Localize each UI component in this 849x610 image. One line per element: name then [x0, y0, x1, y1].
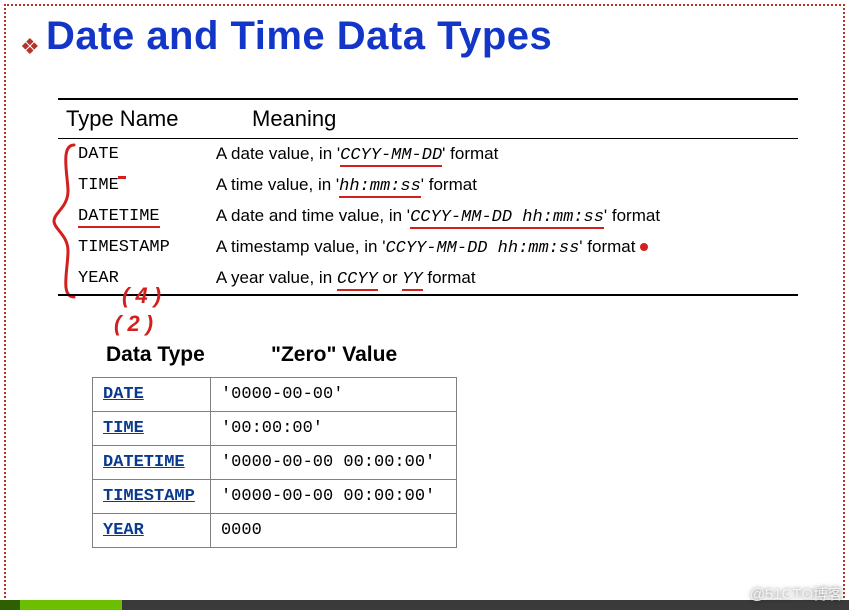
zero-value: '0000-00-00 00:00:00' — [210, 446, 456, 480]
page-title: Date and Time Data Types — [46, 14, 552, 59]
table-row: TIMESTAMP '0000-00-00 00:00:00' — [93, 480, 457, 514]
table-row: TIME '00:00:00' — [93, 412, 457, 446]
zero-header-type: Data Type — [106, 343, 231, 367]
annotation-year-2: ( 2 ) — [114, 311, 153, 337]
zero-value: 0000 — [210, 514, 456, 548]
def-row: TIMESTAMP A timestamp value, in 'CCYY-MM… — [58, 232, 798, 263]
red-dot-annotation — [640, 243, 648, 251]
table-row: DATE '0000-00-00' — [93, 378, 457, 412]
zero-type[interactable]: YEAR — [93, 514, 211, 548]
table-row: DATETIME '0000-00-00 00:00:00' — [93, 446, 457, 480]
zero-value: '00:00:00' — [210, 412, 456, 446]
type-meaning: A date value, in 'CCYY-MM-DD' format — [210, 139, 798, 170]
progress-bar — [0, 600, 849, 610]
type-name: TIME — [58, 170, 210, 201]
zero-value-table: DATE '0000-00-00' TIME '00:00:00' DATETI… — [92, 377, 457, 548]
bullet-icon: ❖ — [20, 36, 40, 58]
col-header-type: Type Name — [58, 100, 244, 138]
type-name: DATE — [58, 139, 210, 170]
type-meaning-table: Type Name Meaning DATE A date value, in … — [58, 98, 798, 296]
progress-fill-dark — [0, 600, 20, 610]
col-header-meaning: Meaning — [244, 100, 798, 138]
def-row: TIME A time value, in 'hh:mm:ss' format — [58, 170, 798, 201]
watermark: @51CTO博客 — [750, 583, 843, 604]
zero-type[interactable]: DATE — [93, 378, 211, 412]
type-meaning: A timestamp value, in 'CCYY-MM-DD hh:mm:… — [210, 232, 798, 263]
type-name: YEAR — [58, 263, 210, 294]
zero-type[interactable]: TIME — [93, 412, 211, 446]
def-row: DATE A date value, in 'CCYY-MM-DD' forma… — [58, 139, 798, 170]
table-row: YEAR 0000 — [93, 514, 457, 548]
zero-header-value: "Zero" Value — [271, 343, 397, 367]
type-meaning: A date and time value, in 'CCYY-MM-DD hh… — [210, 201, 798, 232]
zero-value-section: Data Type "Zero" Value DATE '0000-00-00'… — [92, 339, 552, 548]
zero-value: '0000-00-00 00:00:00' — [210, 480, 456, 514]
zero-value: '0000-00-00' — [210, 378, 456, 412]
slide-frame: ❖ Date and Time Data Types Type Name Mea… — [4, 4, 845, 606]
def-row: YEAR A year value, in CCYY or YY format — [58, 263, 798, 294]
zero-type[interactable]: DATETIME — [93, 446, 211, 480]
type-name: DATETIME — [58, 201, 210, 232]
type-meaning: A time value, in 'hh:mm:ss' format — [210, 170, 798, 201]
def-row: DATETIME A date and time value, in 'CCYY… — [58, 201, 798, 232]
type-meaning: A year value, in CCYY or YY format — [210, 263, 798, 294]
type-name: TIMESTAMP — [58, 232, 210, 263]
zero-type[interactable]: TIMESTAMP — [93, 480, 211, 514]
